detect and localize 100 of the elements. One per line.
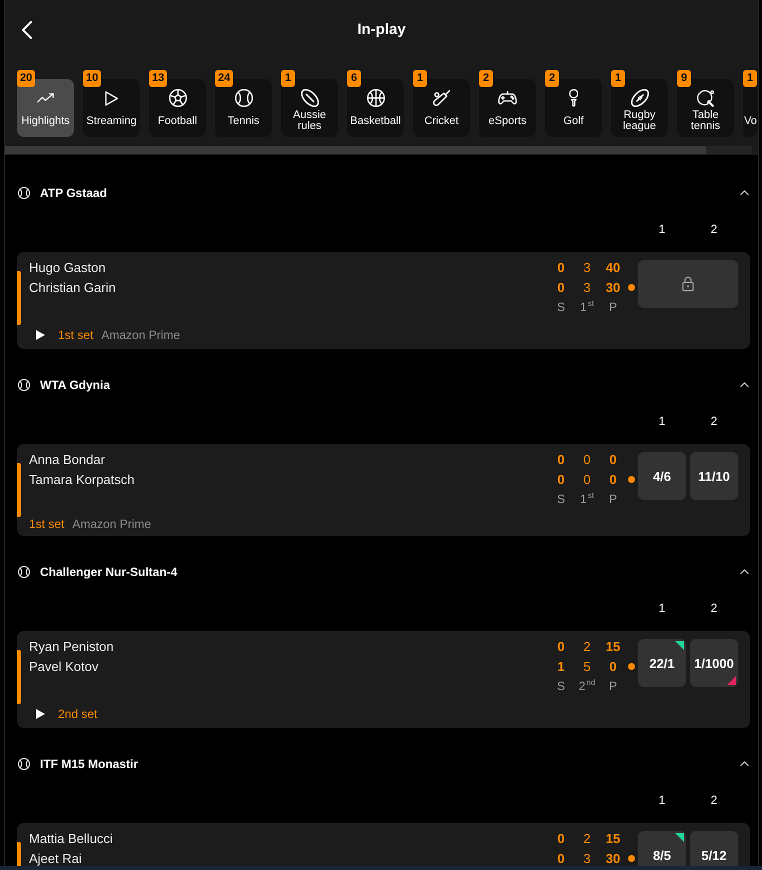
player-name: Anna Bondar: [29, 452, 105, 466]
event-card[interactable]: Anna Bondar 0 0 0 Tamara Korpatsch 0 0 0 S 1$^{st}$ P 4/6 11/10 1st set Amazon Prime: [17, 444, 750, 536]
count-badge: 1: [743, 70, 757, 87]
odds-column-heading: 2: [710, 600, 718, 616]
score-column-label: 1$^{st}$: [580, 492, 594, 506]
game-score: 0: [583, 452, 591, 466]
league-title: WTA Gdynia: [40, 378, 110, 392]
soccer-ball-icon: [168, 89, 186, 107]
game-score: 2: [583, 638, 591, 654]
odds-button[interactable]: 8/5: [638, 831, 686, 866]
score-column-label: P: [608, 300, 617, 314]
league-title: ATP Gstaad: [40, 186, 107, 200]
page-title: In-play: [357, 20, 406, 40]
accent-bar: [17, 463, 21, 517]
padlock-icon: [682, 276, 694, 292]
count-badge: 10: [83, 70, 102, 87]
period-label: 1st set: [58, 328, 94, 342]
point-score: 15: [606, 638, 620, 654]
event-card[interactable]: Mattia Bellucci 0 2 15 Ajeet Rai 0 3 30 8/5 5/12: [17, 823, 750, 866]
odds-button[interactable]: 11/10: [690, 452, 738, 500]
odds-column-heading: 1: [658, 414, 666, 428]
point-score: 30: [606, 280, 620, 294]
game-score: 5: [583, 658, 591, 674]
golf-tee-icon: [568, 89, 578, 107]
odds-column-heading: 1: [658, 600, 666, 616]
player-name: Christian Garin: [29, 280, 116, 294]
player-name: Pavel Kotov: [29, 658, 98, 674]
paddle-icon: [697, 90, 714, 106]
league-title: ITF M15 Monastir: [40, 756, 138, 772]
cricket-bat-icon: [432, 90, 450, 106]
point-score: 40: [606, 260, 620, 274]
play-icon[interactable]: [36, 709, 45, 719]
odds-column-heading: 2: [710, 414, 718, 428]
set-score: 0: [557, 830, 565, 846]
count-badge: 13: [149, 70, 168, 87]
player-name: Hugo Gaston: [29, 260, 106, 274]
period-label: 2nd set: [58, 706, 98, 722]
odds-button[interactable]: 22/1: [638, 639, 686, 687]
count-badge: 6: [347, 70, 361, 87]
score-column-label: S: [556, 300, 565, 314]
chevron-left-icon: [22, 21, 32, 39]
count-badge: 2: [479, 70, 493, 87]
accent-bar: [17, 650, 21, 704]
trend-chart-icon: [37, 93, 54, 103]
score-column-label: 1$^{st}$: [580, 300, 594, 314]
chevron-up-icon[interactable]: [740, 190, 749, 196]
game-score: 3: [583, 850, 591, 866]
event-card[interactable]: Hugo Gaston 0 3 40 Christian Garin 0 3 30 S 1$^{st}$ P 1st set Amazon Prime: [17, 252, 750, 349]
odds-column-heading: 2: [710, 792, 718, 808]
set-score: 0: [557, 638, 565, 654]
count-badge: 2: [545, 70, 559, 87]
period-label: 1st set: [29, 517, 64, 532]
point-score: 0: [609, 452, 617, 466]
game-score: 0: [583, 472, 591, 486]
point-score: 15: [606, 830, 620, 846]
count-badge: 1: [281, 70, 295, 87]
point-score: 0: [609, 658, 617, 674]
set-score: 0: [557, 260, 565, 274]
point-score: 0: [609, 472, 617, 486]
play-icon[interactable]: [36, 330, 45, 340]
game-score: 3: [583, 260, 591, 274]
game-score: 2: [583, 830, 591, 846]
odds-column-heading: 1: [658, 222, 666, 236]
count-badge: 9: [677, 70, 691, 87]
game-score: 3: [583, 280, 591, 294]
count-badge: 1: [413, 70, 427, 87]
score-column-label: P: [608, 679, 617, 693]
player-name: Mattia Bellucci: [29, 830, 113, 846]
set-score: 0: [557, 850, 565, 866]
league-title: Challenger Nur-Sultan-4: [40, 564, 178, 580]
odds-column-heading: 1: [658, 792, 666, 808]
set-score: 0: [557, 280, 565, 294]
count-badge: 20: [17, 70, 36, 87]
set-score: 1: [557, 658, 565, 674]
player-name: Ajeet Rai: [29, 850, 82, 866]
point-score: 30: [606, 850, 620, 866]
player-name: Tamara Korpatsch: [29, 472, 134, 486]
score-column-label: S: [556, 679, 565, 693]
chevron-up-icon[interactable]: [740, 382, 749, 388]
event-card[interactable]: Ryan Peniston 0 2 15 Pavel Kotov 1 5 0 S 2$^{nd}$ P 22/1 1/1000 2nd set: [17, 631, 750, 728]
basketball-icon: [366, 89, 384, 107]
player-name: Ryan Peniston: [29, 638, 114, 654]
score-column-label: P: [608, 492, 617, 506]
score-column-label: S: [556, 492, 565, 506]
broadcaster-name: Amazon Prime: [101, 328, 180, 342]
set-score: 0: [557, 472, 565, 486]
odds-button[interactable]: 4/6: [638, 452, 686, 500]
count-badge: 1: [611, 70, 625, 87]
set-score: 0: [557, 452, 565, 466]
tennis-ball-icon: [234, 89, 252, 107]
play-outline-icon: [104, 90, 118, 106]
count-badge: 24: [215, 70, 234, 87]
chevron-up-icon[interactable]: [740, 761, 749, 767]
gamepad-icon: [498, 91, 517, 105]
odds-button[interactable]: 5/12: [690, 831, 738, 866]
broadcaster-name: Amazon Prime: [72, 517, 152, 532]
chevron-up-icon[interactable]: [740, 569, 749, 575]
odds-button[interactable]: 1/1000: [690, 639, 738, 687]
accent-bar: [17, 271, 21, 325]
odds-column-heading: 2: [710, 222, 718, 236]
